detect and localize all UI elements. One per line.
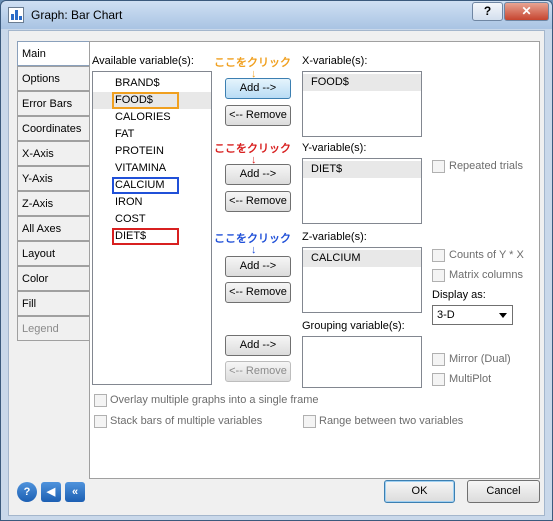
- z-variables-label: Z-variable(s):: [302, 231, 367, 243]
- multiplot-label: MultiPlot: [449, 373, 492, 385]
- y-variables-label: Y-variable(s):: [302, 142, 367, 154]
- add-grouping-button[interactable]: Add -->: [225, 335, 291, 356]
- grouping-variables-label: Grouping variable(s):: [302, 320, 405, 332]
- add-x-button[interactable]: Add -->: [225, 78, 291, 99]
- range-checkbox[interactable]: [303, 415, 316, 428]
- list-item[interactable]: CALCIUM: [303, 250, 421, 267]
- counts-of-y-checkbox[interactable]: [432, 249, 445, 262]
- tab-all-axes[interactable]: All Axes: [17, 216, 89, 241]
- list-item[interactable]: PROTEIN: [93, 143, 211, 160]
- list-item[interactable]: DIET$: [93, 228, 211, 245]
- back-icon[interactable]: ◀: [41, 482, 61, 502]
- list-item[interactable]: IRON: [93, 194, 211, 211]
- ok-button[interactable]: OK: [384, 480, 455, 503]
- matrix-columns-label: Matrix columns: [449, 269, 523, 281]
- chevron-down-icon: [499, 313, 507, 318]
- list-item[interactable]: FOOD$: [93, 92, 211, 109]
- title-bar: Graph: Bar Chart ? ✕: [1, 1, 552, 29]
- overlay-label: Overlay multiple graphs into a single fr…: [110, 394, 319, 406]
- bar-chart-app-icon: [8, 7, 24, 23]
- tab-layout[interactable]: Layout: [17, 241, 89, 266]
- repeated-trials-label: Repeated trials: [449, 160, 523, 172]
- window-title: Graph: Bar Chart: [31, 8, 123, 22]
- multiplot-checkbox[interactable]: [432, 373, 445, 386]
- counts-of-y-label: Counts of Y * X: [449, 249, 524, 261]
- tab-options[interactable]: Options: [17, 66, 89, 91]
- back-to-start-icon[interactable]: «: [65, 482, 85, 502]
- remove-y-button[interactable]: <-- Remove: [225, 191, 291, 212]
- display-as-dropdown[interactable]: 3-D: [432, 305, 513, 325]
- dialog-client-area: Main Options Error Bars Coordinates X-Ax…: [8, 30, 545, 516]
- repeated-trials-checkbox[interactable]: [432, 160, 445, 173]
- arrow-down-icon: ↓: [251, 244, 257, 256]
- add-y-button[interactable]: Add -->: [225, 164, 291, 185]
- tab-color[interactable]: Color: [17, 266, 89, 291]
- display-as-value: 3-D: [437, 309, 455, 321]
- graph-dialog-window: Graph: Bar Chart ? ✕ Main Options Error …: [0, 0, 553, 521]
- tab-z-axis[interactable]: Z-Axis: [17, 191, 89, 216]
- tab-y-axis[interactable]: Y-Axis: [17, 166, 89, 191]
- tab-main[interactable]: Main: [17, 41, 89, 66]
- z-variables-list[interactable]: CALCIUM: [302, 247, 422, 313]
- remove-x-button[interactable]: <-- Remove: [225, 105, 291, 126]
- list-item[interactable]: DIET$: [303, 161, 421, 178]
- list-item[interactable]: BRAND$: [93, 75, 211, 92]
- tab-fill[interactable]: Fill: [17, 291, 89, 316]
- x-variables-label: X-variable(s):: [302, 55, 368, 67]
- list-item[interactable]: FOOD$: [303, 74, 421, 91]
- x-variables-list[interactable]: FOOD$: [302, 71, 422, 137]
- tab-x-axis[interactable]: X-Axis: [17, 141, 89, 166]
- remove-z-button[interactable]: <-- Remove: [225, 282, 291, 303]
- available-variables-label: Available variable(s):: [92, 55, 194, 67]
- remove-grouping-button[interactable]: <-- Remove: [225, 361, 291, 382]
- stack-bars-checkbox[interactable]: [94, 415, 107, 428]
- range-label: Range between two variables: [319, 415, 464, 427]
- matrix-columns-checkbox[interactable]: [432, 269, 445, 282]
- tab-legend[interactable]: Legend: [17, 316, 89, 341]
- mirror-dual-label: Mirror (Dual): [449, 353, 511, 365]
- add-z-button[interactable]: Add -->: [225, 256, 291, 277]
- y-variables-list[interactable]: DIET$: [302, 158, 422, 224]
- help-title-button[interactable]: ?: [472, 2, 503, 21]
- list-item[interactable]: VITAMINA: [93, 160, 211, 177]
- tab-coordinates[interactable]: Coordinates: [17, 116, 89, 141]
- mirror-dual-checkbox[interactable]: [432, 353, 445, 366]
- list-item[interactable]: COST: [93, 211, 211, 228]
- cancel-button[interactable]: Cancel: [467, 480, 540, 503]
- close-title-button[interactable]: ✕: [504, 2, 549, 21]
- list-item[interactable]: FAT: [93, 126, 211, 143]
- available-variables-list[interactable]: BRAND$ FOOD$ CALORIES FAT PROTEIN VITAMI…: [92, 71, 212, 385]
- stack-bars-label: Stack bars of multiple variables: [110, 415, 263, 427]
- list-item[interactable]: CALORIES: [93, 109, 211, 126]
- display-as-label: Display as:: [432, 289, 486, 301]
- help-icon[interactable]: ?: [17, 482, 37, 502]
- overlay-checkbox[interactable]: [94, 394, 107, 407]
- grouping-variables-list[interactable]: [302, 336, 422, 388]
- tab-error-bars[interactable]: Error Bars: [17, 91, 89, 116]
- list-item[interactable]: CALCIUM: [93, 177, 211, 194]
- main-tab-panel: Available variable(s): BRAND$ FOOD$ CALO…: [89, 41, 540, 479]
